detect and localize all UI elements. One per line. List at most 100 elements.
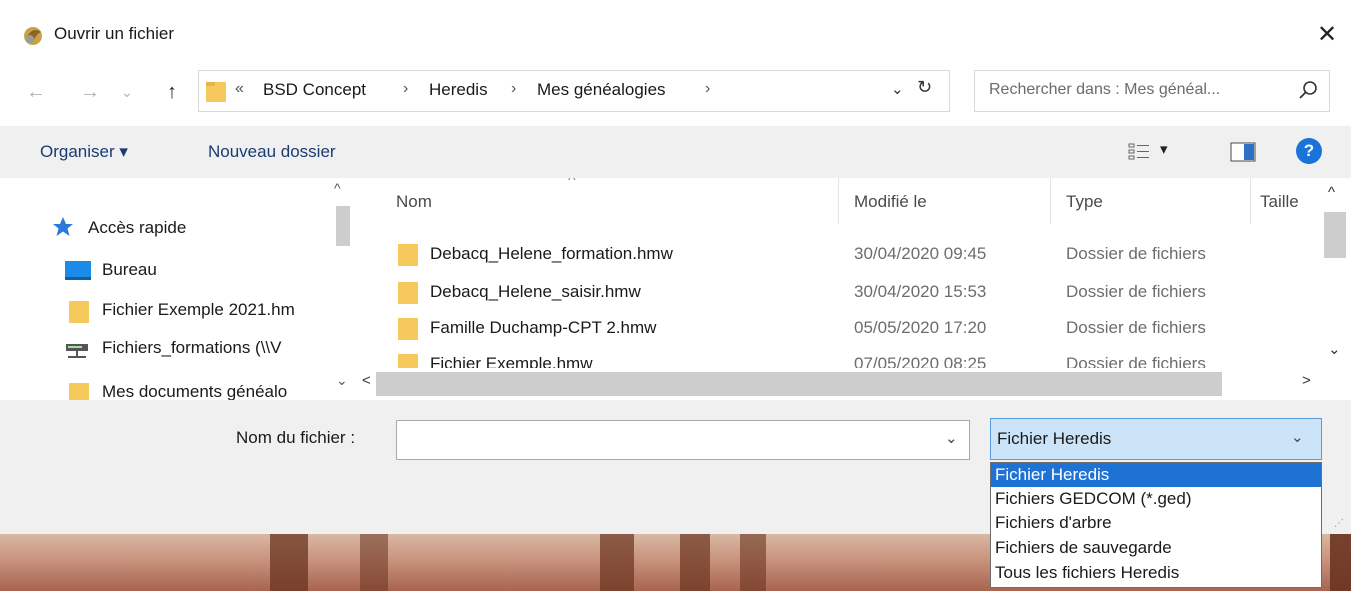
scrollbar-thumb[interactable] <box>336 206 350 246</box>
sidebar-item-desktop[interactable]: Bureau <box>0 252 330 288</box>
search-box[interactable]: Rechercher dans : Mes généal... <box>974 70 1330 112</box>
address-bar[interactable]: « BSD Concept › Heredis › Mes généalogie… <box>198 70 950 112</box>
file-row[interactable]: Debacq_Helene_saisir.hmw 30/04/2020 15:5… <box>358 274 1318 308</box>
chevron-down-icon[interactable]: ⌄ <box>945 429 958 447</box>
sidebar-item-label: Bureau <box>102 260 157 279</box>
star-icon <box>53 217 73 236</box>
file-row[interactable]: Debacq_Helene_formation.hmw 30/04/2020 0… <box>358 236 1318 270</box>
details-view-icon <box>1128 143 1149 160</box>
column-divider[interactable] <box>1250 178 1251 224</box>
organise-button[interactable]: Organiser ▾ <box>40 142 128 162</box>
folder-icon <box>398 318 418 340</box>
sort-ascending-icon: ^ <box>568 178 576 189</box>
tree-trunk <box>680 534 710 591</box>
recent-locations-button[interactable]: ⌄ <box>118 80 136 104</box>
sidebar-item-fichiers-formations[interactable]: Fichiers_formations (\\V <box>0 330 330 366</box>
resize-grip-icon[interactable]: ⋰ <box>1334 518 1344 529</box>
file-type-selected: Fichier Heredis <box>997 429 1112 448</box>
window-title: Ouvrir un fichier <box>54 24 174 43</box>
desktop-icon <box>65 261 91 280</box>
file-modified: 30/04/2020 09:45 <box>854 244 987 263</box>
title-bar: Ouvrir un fichier ✕ <box>0 0 1351 68</box>
file-list: ^ Nom Modifié le Type Taille Debacq_Hele… <box>358 178 1351 400</box>
new-folder-button[interactable]: Nouveau dossier <box>208 142 336 162</box>
chevron-down-icon: ⌄ <box>1291 429 1304 446</box>
sidebar-item-label: Accès rapide <box>88 218 187 237</box>
view-options-button[interactable]: ▾ <box>1128 140 1176 164</box>
folder-icon <box>69 301 89 323</box>
breadcrumb-heredis[interactable]: Heredis <box>429 80 488 100</box>
chevron-down-icon: ▾ <box>1160 141 1168 158</box>
file-name: Debacq_Helene_saisir.hmw <box>430 282 641 301</box>
tree-trunk <box>600 534 634 591</box>
file-type-select[interactable]: Fichier Heredis ⌄ <box>990 418 1322 460</box>
breadcrumb-bsd-concept[interactable]: BSD Concept <box>263 80 366 100</box>
scroll-down-icon[interactable]: ⌄ <box>1328 340 1341 358</box>
column-header-modified[interactable]: Modifié le <box>854 192 927 212</box>
search-placeholder: Rechercher dans : Mes généal... <box>989 81 1221 98</box>
breadcrumb-separator[interactable]: › <box>705 80 710 98</box>
file-modified: 05/05/2020 17:20 <box>854 318 987 337</box>
tree-trunk <box>360 534 388 591</box>
breadcrumb-overflow-icon[interactable]: « <box>235 80 244 98</box>
column-header-type[interactable]: Type <box>1066 192 1103 212</box>
sidebar-item-fichier-exemple[interactable]: Fichier Exemple 2021.hm <box>0 292 330 328</box>
navigation-pane-scrollbar[interactable]: ^ ⌄ <box>330 178 358 400</box>
network-drive-icon <box>66 344 88 358</box>
sidebar-item-label: Fichiers_formations (\\V <box>102 338 282 357</box>
file-row[interactable]: Famille Duchamp-CPT 2.hmw 05/05/2020 17:… <box>358 310 1318 344</box>
file-list-horizontal-scrollbar[interactable]: < > <box>358 368 1320 400</box>
file-type-dropdown-list: Fichier Heredis Fichiers GEDCOM (*.ged) … <box>990 462 1322 588</box>
scroll-left-icon[interactable]: < <box>362 372 371 389</box>
tree-trunk <box>270 534 308 591</box>
close-button[interactable]: ✕ <box>1310 18 1344 52</box>
up-button[interactable]: ↑ <box>160 80 184 104</box>
folder-icon <box>398 282 418 304</box>
sidebar-item-label: Fichier Exemple 2021.hm <box>102 300 295 319</box>
filename-label: Nom du fichier : <box>236 428 356 447</box>
file-list-vertical-scrollbar[interactable]: ^ ⌄ <box>1320 178 1351 400</box>
forward-button[interactable]: → <box>78 80 102 104</box>
file-type: Dossier de fichiers <box>1066 318 1206 337</box>
breadcrumb-separator[interactable]: › <box>403 80 408 98</box>
column-divider[interactable] <box>838 178 839 224</box>
sidebar-item-label: Mes documents généalo <box>102 382 288 400</box>
scrollbar-thumb[interactable] <box>1324 212 1346 258</box>
command-bar: Organiser ▾ Nouveau dossier ▾ ? <box>0 126 1351 178</box>
address-history-dropdown[interactable]: ⌄ <box>891 80 904 98</box>
file-name: Debacq_Helene_formation.hmw <box>430 244 673 263</box>
search-icon[interactable] <box>1297 79 1319 101</box>
scroll-up-icon[interactable]: ^ <box>1328 184 1335 201</box>
preview-pane-icon[interactable] <box>1230 142 1256 162</box>
file-type-option[interactable]: Fichiers d'arbre <box>991 511 1321 535</box>
scrollbar-thumb[interactable] <box>376 372 1222 396</box>
file-type-option[interactable]: Fichiers de sauvegarde <box>991 536 1321 560</box>
tree-trunk <box>1330 534 1351 591</box>
folder-icon <box>206 82 226 102</box>
file-type-option[interactable]: Fichier Heredis <box>991 463 1321 487</box>
column-header-size[interactable]: Taille <box>1260 192 1299 212</box>
scroll-up-icon[interactable]: ^ <box>334 180 341 196</box>
folder-icon <box>69 383 89 400</box>
file-type: Dossier de fichiers <box>1066 244 1206 263</box>
file-type-option[interactable]: Fichiers GEDCOM (*.ged) <box>991 487 1321 511</box>
filename-input[interactable]: ⌄ <box>396 420 970 460</box>
help-icon[interactable]: ? <box>1296 138 1322 164</box>
file-type-option[interactable]: Tous les fichiers Heredis <box>991 561 1321 585</box>
tree-trunk <box>740 534 766 591</box>
scroll-right-icon[interactable]: > <box>1302 372 1311 389</box>
heredis-app-icon <box>24 27 42 45</box>
column-header-name[interactable]: Nom <box>396 192 432 212</box>
column-divider[interactable] <box>1050 178 1051 224</box>
refresh-icon[interactable]: ↻ <box>917 77 932 98</box>
scroll-down-icon[interactable]: ⌄ <box>336 372 348 389</box>
breadcrumb-separator[interactable]: › <box>511 80 516 98</box>
back-button[interactable]: ← <box>24 80 48 104</box>
breadcrumb-mes-genealogies[interactable]: Mes généalogies <box>537 80 666 100</box>
file-modified: 30/04/2020 15:53 <box>854 282 987 301</box>
sidebar-item-mes-documents[interactable]: Mes documents généalo <box>0 374 330 400</box>
folder-icon <box>398 244 418 266</box>
sidebar-item-quick-access[interactable]: Accès rapide <box>0 210 330 246</box>
file-name: Famille Duchamp-CPT 2.hmw <box>430 318 657 337</box>
file-type: Dossier de fichiers <box>1066 282 1206 301</box>
